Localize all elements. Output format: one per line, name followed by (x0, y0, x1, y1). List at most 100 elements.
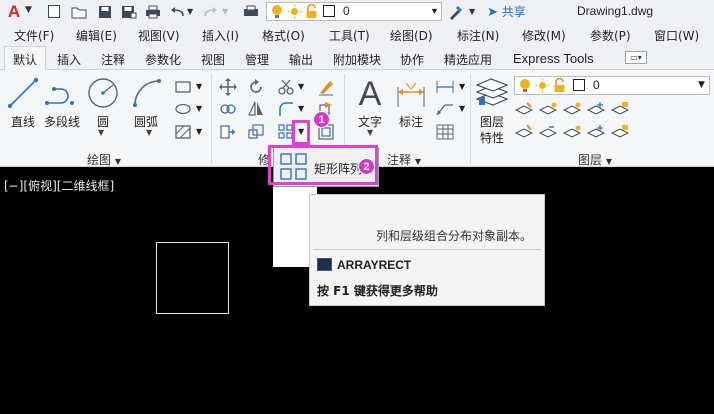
new-file-icon[interactable] (45, 3, 63, 20)
scale-icon[interactable] (246, 123, 266, 141)
hatch-icon[interactable] (173, 123, 193, 141)
trim-icon[interactable] (276, 78, 296, 96)
ribbon-tab-bar: 默认 插入 注释 参数化 视图 管理 输出 附加模块 协作 精选应用 Expre… (0, 46, 714, 70)
lock-icon (305, 4, 318, 19)
line-icon[interactable] (6, 76, 40, 110)
menu-parametric[interactable]: 参数(P) (590, 27, 631, 44)
tab-default[interactable]: 默认 (4, 46, 47, 70)
menu-file[interactable]: 文件(F) (14, 27, 54, 44)
layer-dropdown[interactable]: 0 ▼ (514, 76, 710, 95)
layer-lock-icon[interactable] (610, 100, 630, 118)
menu-format[interactable]: 格式(O) (262, 27, 305, 44)
tab-parametric[interactable]: 参数化 (145, 51, 181, 68)
menu-modify[interactable]: 修改(M) (522, 27, 566, 44)
tab-featured-apps[interactable]: 精选应用 (444, 51, 492, 68)
match-properties-icon[interactable] (447, 3, 465, 20)
share-icon: ➤ (487, 5, 498, 20)
annotation-group-label[interactable]: 注释 ▼ (387, 151, 421, 168)
ellipse-icon[interactable] (173, 100, 193, 118)
menu-edit[interactable]: 编辑(E) (76, 27, 117, 44)
tab-insert[interactable]: 插入 (57, 51, 81, 68)
tab-view[interactable]: 视图 (201, 51, 225, 68)
layer-on-all-icon[interactable] (562, 123, 582, 141)
layer-properties-label-1[interactable]: 图层 (480, 113, 504, 130)
tab-addins[interactable]: 附加模块 (333, 51, 381, 68)
fillet-dropdown-icon[interactable]: ▼ (298, 104, 304, 113)
layer-off-icon[interactable] (562, 100, 582, 118)
autocad-logo-icon[interactable]: A (4, 2, 24, 22)
draw-group-label[interactable]: 绘图 ▼ (87, 151, 121, 168)
drawn-rectangle[interactable] (156, 242, 229, 314)
mirror-icon[interactable] (246, 100, 266, 118)
menu-insert[interactable]: 插入(I) (202, 27, 239, 44)
leader-icon[interactable] (434, 100, 456, 118)
tooltip-command-name: ARRAYRECT (337, 258, 412, 272)
ellipse-dropdown-icon[interactable]: ▼ (196, 104, 202, 113)
menu-view[interactable]: 视图(V) (138, 27, 180, 44)
layers-group-label[interactable]: 图层 ▼ (578, 151, 612, 168)
share-button[interactable]: ➤ 共享 (487, 3, 526, 20)
leader-dropdown-icon[interactable]: ▼ (459, 104, 465, 113)
hatch-dropdown-icon[interactable]: ▼ (196, 127, 202, 136)
arc-dropdown-icon[interactable]: ▼ (146, 128, 152, 137)
dimension-tool-label[interactable]: 标注 (399, 113, 423, 130)
arc-icon[interactable] (130, 76, 164, 110)
layer-properties-label-2[interactable]: 特性 (480, 129, 504, 146)
dimension-icon[interactable] (394, 78, 428, 110)
erase-icon[interactable] (316, 78, 336, 96)
menu-window[interactable]: 窗口(W) (654, 27, 699, 44)
menu-dimension[interactable]: 标注(N) (457, 27, 499, 44)
layer-unlock-all-icon[interactable] (610, 123, 630, 141)
layer-thaw-icon (535, 78, 550, 93)
tab-express-tools[interactable]: Express Tools (513, 51, 594, 66)
group-divider (470, 74, 471, 164)
move-icon[interactable] (218, 78, 238, 96)
trim-dropdown-icon[interactable]: ▼ (298, 82, 304, 91)
layer-isolate-icon[interactable] (538, 100, 558, 118)
fillet-icon[interactable] (276, 100, 296, 118)
text-dropdown-icon[interactable]: ▼ (367, 128, 373, 137)
save-as-icon[interactable] (120, 3, 138, 20)
layer-freeze-icon[interactable] (586, 100, 606, 118)
tab-manage[interactable]: 管理 (245, 51, 269, 68)
layer-dropdown-icon[interactable]: ▼ (430, 6, 439, 16)
tab-output[interactable]: 输出 (289, 51, 313, 68)
line-tool-label[interactable]: 直线 (11, 113, 35, 130)
print-icon[interactable] (144, 3, 162, 20)
callout-highlight-1 (292, 120, 310, 145)
circle-icon[interactable] (86, 76, 120, 110)
copy-icon[interactable] (218, 100, 238, 118)
layer-name: 0 (593, 78, 600, 92)
menu-draw[interactable]: 绘图(D) (390, 27, 433, 44)
dimension-dropdown-icon[interactable]: ▼ (459, 82, 465, 91)
qa-customize-icon[interactable]: ▼ (469, 7, 475, 16)
table-icon[interactable] (434, 123, 456, 141)
tab-collaborate[interactable]: 协作 (400, 51, 424, 68)
menu-tools[interactable]: 工具(T) (329, 27, 370, 44)
polyline-icon[interactable] (44, 76, 80, 110)
save-icon[interactable] (96, 3, 114, 20)
layer-properties-icon[interactable] (474, 76, 510, 110)
layer-previous-icon[interactable] (538, 123, 558, 141)
viewport-controls[interactable]: [−][俯视][二维线框] (4, 177, 114, 194)
rectangle-dropdown-icon[interactable]: ▼ (196, 82, 202, 91)
text-icon[interactable]: A (352, 74, 388, 114)
layer-tool-icon[interactable] (514, 100, 534, 118)
layer-match-icon[interactable] (514, 123, 534, 141)
polyline-tool-label[interactable]: 多段线 (44, 113, 80, 130)
undo-dropdown-icon[interactable]: ▼ (187, 7, 193, 16)
tab-annotate[interactable]: 注释 (101, 51, 125, 68)
layer-quick-select[interactable]: 0 ▼ (266, 2, 442, 21)
linear-dimension-icon[interactable] (434, 78, 456, 96)
rotate-icon[interactable] (246, 78, 266, 96)
plot-icon[interactable] (242, 3, 260, 20)
circle-dropdown-icon[interactable]: ▼ (98, 128, 104, 137)
stretch-icon[interactable] (218, 123, 238, 141)
layer-list-dropdown-icon[interactable]: ▼ (698, 80, 705, 90)
rectangle-icon[interactable] (173, 78, 193, 96)
open-folder-icon[interactable] (70, 3, 88, 20)
ribbon-toggle-icon[interactable]: ▭▾ (625, 51, 647, 64)
app-menu-caret-icon[interactable]: ▼ (25, 5, 32, 15)
layer-thaw-all-icon[interactable] (586, 123, 606, 141)
undo-icon[interactable] (168, 3, 186, 20)
